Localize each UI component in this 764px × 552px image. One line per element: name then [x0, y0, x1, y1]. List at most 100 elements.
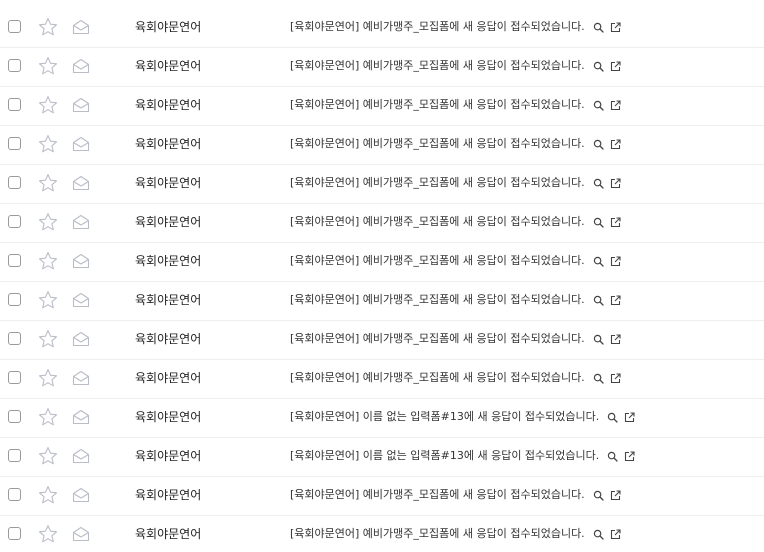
envelope-icon[interactable] [72, 253, 90, 269]
mail-row[interactable]: 육회야문연어 [육회야문연어] 예비가맹주_모집폼에 새 응답이 접수되었습니다… [0, 321, 764, 360]
envelope-icon[interactable] [72, 97, 90, 113]
open-new-window-icon[interactable] [610, 333, 621, 345]
star-icon[interactable] [38, 95, 58, 115]
mail-row[interactable]: 육회야문연어 [육회야문연어] 예비가맹주_모집폼에 새 응답이 접수되었습니다… [0, 516, 764, 552]
checkbox-icon[interactable] [8, 449, 21, 462]
search-icon[interactable] [593, 490, 604, 501]
envelope-icon[interactable] [72, 331, 90, 347]
sender-name[interactable]: 육회야문연어 [135, 370, 201, 386]
mail-row[interactable]: 육회야문연어 [육회야문연어] 예비가맹주_모집폼에 새 응답이 접수되었습니다… [0, 282, 764, 321]
envelope-icon[interactable] [72, 487, 90, 503]
star-icon[interactable] [38, 251, 58, 271]
open-new-window-icon[interactable] [610, 372, 621, 384]
envelope-icon[interactable] [72, 370, 90, 386]
sender-name[interactable]: 육회야문연어 [135, 292, 201, 308]
subject-text[interactable]: [육회야문연어] 예비가맹주_모집폼에 새 응답이 접수되었습니다. [290, 136, 585, 152]
sender-name[interactable]: 육회야문연어 [135, 526, 201, 542]
checkbox-icon[interactable] [8, 215, 21, 228]
search-icon[interactable] [593, 100, 604, 111]
open-new-window-icon[interactable] [610, 60, 621, 72]
mail-row[interactable]: 육회야문연어 [육회야문연어] 이름 없는 입력폼#13에 새 응답이 접수되었… [0, 438, 764, 477]
sender-name[interactable]: 육회야문연어 [135, 448, 201, 464]
search-icon[interactable] [593, 61, 604, 72]
subject-text[interactable]: [육회야문연어] 예비가맹주_모집폼에 새 응답이 접수되었습니다. [290, 370, 585, 386]
mail-row[interactable]: 육회야문연어 [육회야문연어] 예비가맹주_모집폼에 새 응답이 접수되었습니다… [0, 87, 764, 126]
open-new-window-icon[interactable] [610, 294, 621, 306]
search-icon[interactable] [593, 139, 604, 150]
checkbox-icon[interactable] [8, 410, 21, 423]
star-icon[interactable] [38, 290, 58, 310]
envelope-icon[interactable] [72, 19, 90, 35]
star-icon[interactable] [38, 446, 58, 466]
star-icon[interactable] [38, 524, 58, 544]
sender-name[interactable]: 육회야문연어 [135, 409, 201, 425]
sender-name[interactable]: 육회야문연어 [135, 58, 201, 74]
checkbox-icon[interactable] [8, 293, 21, 306]
search-icon[interactable] [607, 412, 618, 423]
search-icon[interactable] [607, 451, 618, 462]
star-icon[interactable] [38, 485, 58, 505]
sender-name[interactable]: 육회야문연어 [135, 253, 201, 269]
checkbox-icon[interactable] [8, 527, 21, 540]
star-icon[interactable] [38, 173, 58, 193]
subject-text[interactable]: [육회야문연어] 예비가맹주_모집폼에 새 응답이 접수되었습니다. [290, 253, 585, 269]
subject-text[interactable]: [육회야문연어] 예비가맹주_모집폼에 새 응답이 접수되었습니다. [290, 331, 585, 347]
checkbox-icon[interactable] [8, 98, 21, 111]
envelope-icon[interactable] [72, 409, 90, 425]
open-new-window-icon[interactable] [610, 138, 621, 150]
checkbox-icon[interactable] [8, 332, 21, 345]
open-new-window-icon[interactable] [610, 255, 621, 267]
star-icon[interactable] [38, 329, 58, 349]
envelope-icon[interactable] [72, 526, 90, 542]
subject-text[interactable]: [육회야문연어] 예비가맹주_모집폼에 새 응답이 접수되었습니다. [290, 487, 585, 503]
sender-name[interactable]: 육회야문연어 [135, 175, 201, 191]
star-icon[interactable] [38, 134, 58, 154]
mail-row[interactable]: 육회야문연어 [육회야문연어] 예비가맹주_모집폼에 새 응답이 접수되었습니다… [0, 243, 764, 282]
envelope-icon[interactable] [72, 58, 90, 74]
open-new-window-icon[interactable] [610, 528, 621, 540]
checkbox-icon[interactable] [8, 254, 21, 267]
subject-text[interactable]: [육회야문연어] 예비가맹주_모집폼에 새 응답이 접수되었습니다. [290, 175, 585, 191]
open-new-window-icon[interactable] [624, 411, 635, 423]
mail-row[interactable]: 육회야문연어 [육회야문연어] 예비가맹주_모집폼에 새 응답이 접수되었습니다… [0, 165, 764, 204]
checkbox-icon[interactable] [8, 176, 21, 189]
checkbox-icon[interactable] [8, 137, 21, 150]
subject-text[interactable]: [육회야문연어] 이름 없는 입력폼#13에 새 응답이 접수되었습니다. [290, 448, 599, 464]
mail-row[interactable]: 육회야문연어 [육회야문연어] 예비가맹주_모집폼에 새 응답이 접수되었습니다… [0, 48, 764, 87]
checkbox-icon[interactable] [8, 488, 21, 501]
checkbox-icon[interactable] [8, 20, 21, 33]
subject-text[interactable]: [육회야문연어] 예비가맹주_모집폼에 새 응답이 접수되었습니다. [290, 526, 585, 542]
subject-text[interactable]: [육회야문연어] 예비가맹주_모집폼에 새 응답이 접수되었습니다. [290, 19, 585, 35]
subject-text[interactable]: [육회야문연어] 이름 없는 입력폼#13에 새 응답이 접수되었습니다. [290, 409, 599, 425]
open-new-window-icon[interactable] [610, 21, 621, 33]
star-icon[interactable] [38, 368, 58, 388]
sender-name[interactable]: 육회야문연어 [135, 19, 201, 35]
subject-text[interactable]: [육회야문연어] 예비가맹주_모집폼에 새 응답이 접수되었습니다. [290, 97, 585, 113]
envelope-icon[interactable] [72, 292, 90, 308]
search-icon[interactable] [593, 22, 604, 33]
open-new-window-icon[interactable] [610, 99, 621, 111]
envelope-icon[interactable] [72, 214, 90, 230]
search-icon[interactable] [593, 334, 604, 345]
open-new-window-icon[interactable] [624, 450, 635, 462]
mail-row[interactable]: 육회야문연어 [육회야문연어] 예비가맹주_모집폼에 새 응답이 접수되었습니다… [0, 126, 764, 165]
subject-text[interactable]: [육회야문연어] 예비가맹주_모집폼에 새 응답이 접수되었습니다. [290, 214, 585, 230]
star-icon[interactable] [38, 17, 58, 37]
mail-row[interactable]: 육회야문연어 [육회야문연어] 예비가맹주_모집폼에 새 응답이 접수되었습니다… [0, 360, 764, 399]
sender-name[interactable]: 육회야문연어 [135, 214, 201, 230]
search-icon[interactable] [593, 217, 604, 228]
search-icon[interactable] [593, 256, 604, 267]
checkbox-icon[interactable] [8, 59, 21, 72]
star-icon[interactable] [38, 407, 58, 427]
envelope-icon[interactable] [72, 175, 90, 191]
open-new-window-icon[interactable] [610, 177, 621, 189]
checkbox-icon[interactable] [8, 371, 21, 384]
sender-name[interactable]: 육회야문연어 [135, 487, 201, 503]
sender-name[interactable]: 육회야문연어 [135, 331, 201, 347]
sender-name[interactable]: 육회야문연어 [135, 136, 201, 152]
mail-row[interactable]: 육회야문연어 [육회야문연어] 예비가맹주_모집폼에 새 응답이 접수되었습니다… [0, 204, 764, 243]
envelope-icon[interactable] [72, 136, 90, 152]
sender-name[interactable]: 육회야문연어 [135, 97, 201, 113]
search-icon[interactable] [593, 178, 604, 189]
open-new-window-icon[interactable] [610, 489, 621, 501]
